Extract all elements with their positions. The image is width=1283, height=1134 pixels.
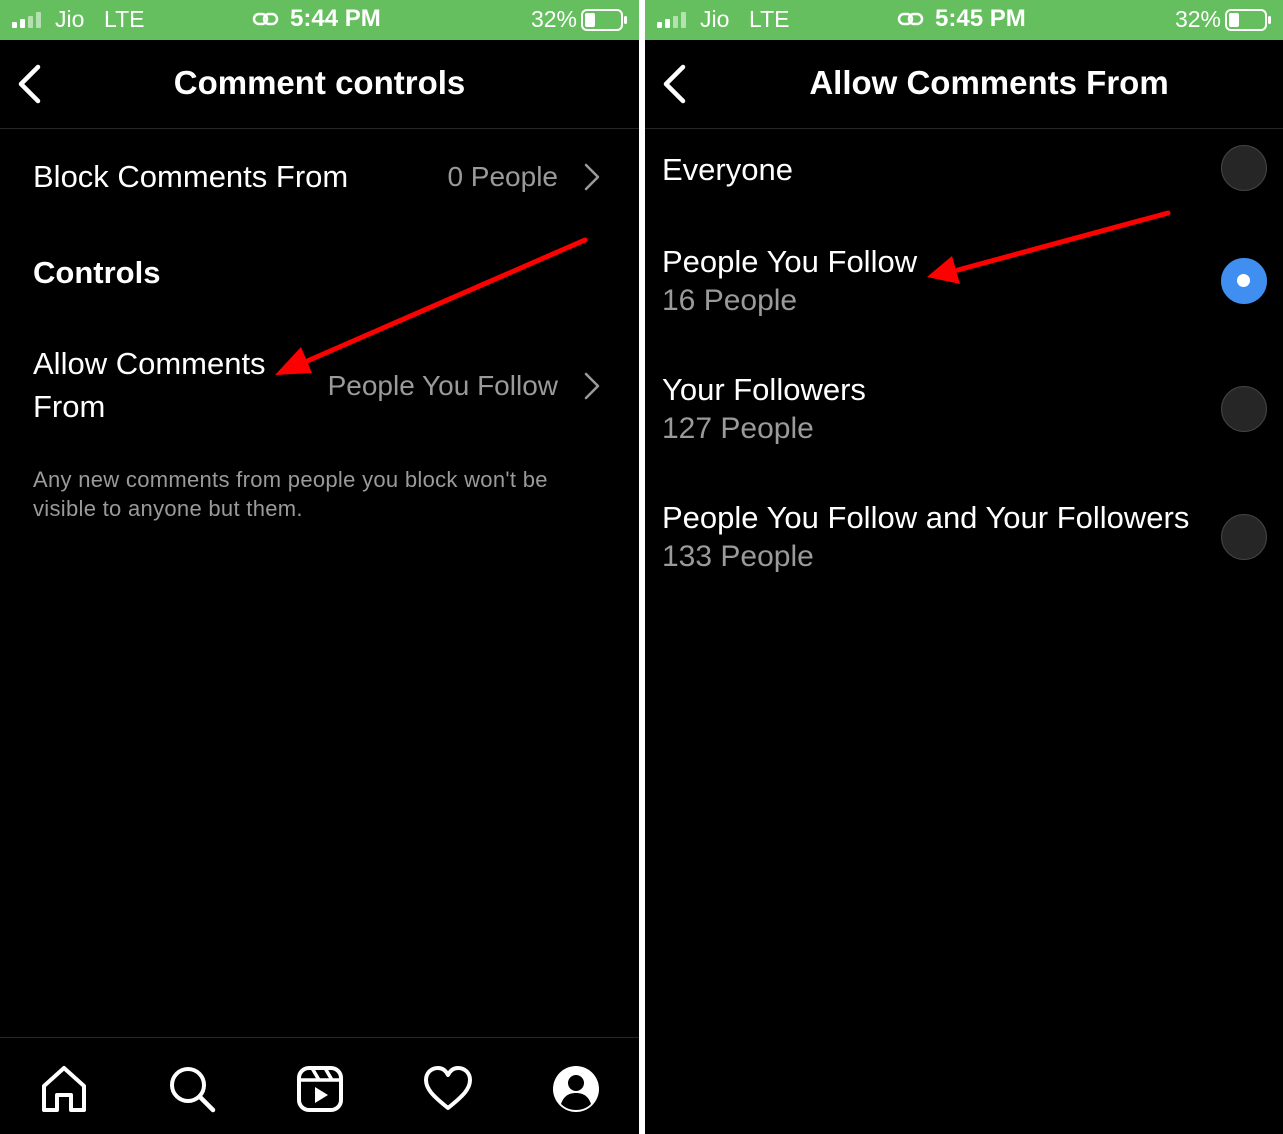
allow-comments-label: Allow Comments From [33, 346, 266, 424]
option-count: 133 People [662, 540, 814, 573]
nav-bar: Allow Comments From [645, 40, 1283, 129]
battery-icon [581, 9, 627, 31]
block-comments-value: 0 People [447, 161, 558, 192]
option-count: 127 People [662, 412, 814, 445]
network-label: LTE [104, 6, 145, 32]
clock: 5:44 PM [290, 5, 381, 32]
signal-icon [657, 12, 686, 28]
link-icon [897, 12, 924, 26]
tab-bar [0, 1037, 639, 1134]
home-icon[interactable] [39, 1064, 89, 1114]
radio-button[interactable] [1221, 386, 1267, 432]
signal-icon [12, 12, 41, 28]
network-label: LTE [749, 6, 790, 32]
battery-icon [1225, 9, 1271, 31]
help-note: Any new comments from people you block w… [33, 467, 548, 521]
option-label: People You Follow and Your Followers [662, 500, 1190, 535]
nav-bar: Comment controls [0, 40, 639, 129]
section-title-controls: Controls [33, 255, 161, 290]
option-label: People You Follow [662, 244, 918, 279]
link-icon [252, 12, 279, 26]
reels-icon[interactable] [295, 1064, 345, 1114]
profile-icon[interactable] [551, 1064, 601, 1114]
battery-percent: 32% [1174, 6, 1221, 32]
search-icon[interactable] [167, 1064, 217, 1114]
clock: 5:45 PM [935, 5, 1026, 32]
carrier-label: Jio [700, 6, 730, 32]
radio-button-selected[interactable] [1221, 258, 1267, 304]
carrier-label: Jio [55, 6, 85, 32]
block-comments-label: Block Comments From [33, 159, 349, 194]
radio-button[interactable] [1221, 514, 1267, 560]
allow-comments-screen: Jio LTE 5:45 PM 32% Allow Comments From … [645, 0, 1283, 1134]
battery-percent: 32% [530, 6, 577, 32]
status-bar: Jio LTE 5:44 PM 32% [0, 0, 639, 40]
page-title: Comment controls [173, 64, 466, 101]
option-label: Your Followers [662, 372, 866, 407]
page-title: Allow Comments From [809, 64, 1169, 101]
heart-icon[interactable] [423, 1064, 473, 1114]
allow-comments-value: People You Follow [327, 370, 558, 401]
chevron-right-icon [584, 163, 600, 191]
chevron-right-icon [584, 372, 600, 400]
option-count: 16 People [662, 284, 798, 317]
status-bar: Jio LTE 5:45 PM 32% [645, 0, 1283, 40]
comment-controls-screen: Jio LTE 5:44 PM 32% Comment controls Blo… [0, 0, 639, 1134]
radio-button[interactable] [1221, 145, 1267, 191]
option-label: Everyone [662, 152, 793, 187]
